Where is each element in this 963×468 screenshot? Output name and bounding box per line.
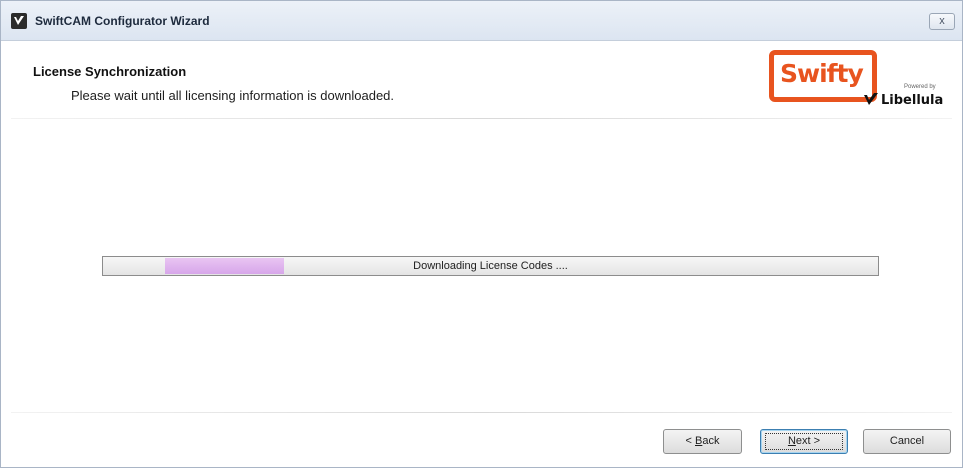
progress-label: Downloading License Codes .... xyxy=(413,260,568,272)
page-subtitle: Please wait until all licensing informat… xyxy=(71,88,395,103)
app-icon xyxy=(11,13,27,29)
back-button[interactable]: < Back xyxy=(663,429,742,454)
swifty-logo-text: Swifty xyxy=(780,59,864,88)
cancel-button[interactable]: Cancel xyxy=(863,429,951,454)
close-button[interactable]: x xyxy=(929,13,955,30)
close-icon: x xyxy=(939,15,945,27)
back-prefix: < xyxy=(685,435,695,447)
header-divider xyxy=(11,118,952,119)
footer-divider xyxy=(11,412,952,413)
wizard-window: SwiftCAM Configurator Wizard x License S… xyxy=(0,0,963,468)
powered-by-label: Powered by xyxy=(904,84,936,90)
window-title: SwiftCAM Configurator Wizard xyxy=(35,14,210,28)
libellula-logo-text: Libellula xyxy=(881,93,944,108)
next-button[interactable]: Next > xyxy=(760,429,848,454)
libellula-icon xyxy=(863,91,879,110)
download-progress-bar: Downloading License Codes .... xyxy=(102,256,879,276)
title-bar[interactable]: SwiftCAM Configurator Wizard x xyxy=(1,1,962,41)
swifty-logo: Swifty xyxy=(769,50,877,102)
focus-rectangle xyxy=(765,433,843,450)
cancel-label: Cancel xyxy=(889,435,925,447)
page-title: License Synchronization xyxy=(33,64,187,79)
back-label: ack xyxy=(702,435,720,447)
